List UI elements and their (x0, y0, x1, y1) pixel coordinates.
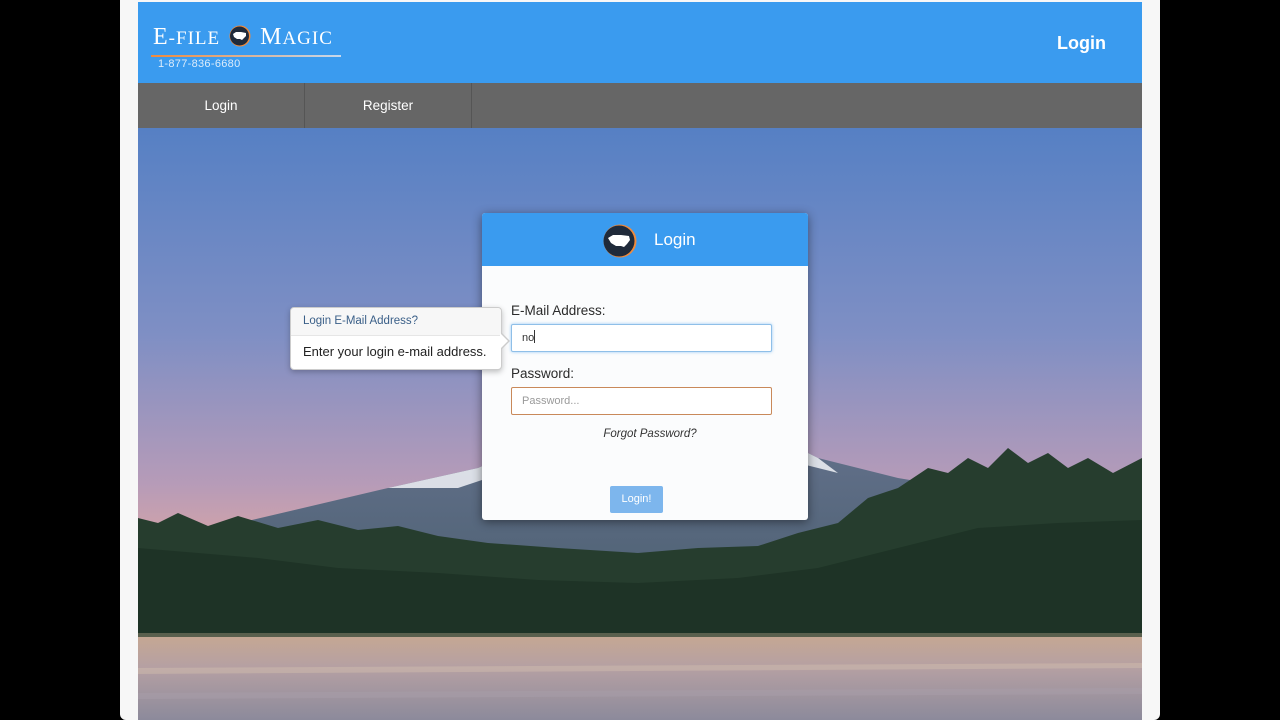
header-bar: E-FILE MAGIC 1-877-836-6680 Login (138, 2, 1142, 83)
login-panel-header: Login (482, 213, 808, 266)
logo-wordmark: E-FILE MAGIC (153, 24, 333, 51)
forgot-password-link[interactable]: Forgot Password? (482, 428, 808, 440)
logo-underline (151, 55, 341, 57)
email-value: no (522, 332, 535, 344)
usa-globe-icon (603, 224, 637, 258)
nav-item-register[interactable]: Register (305, 83, 472, 128)
nav-bar: Login Register (138, 83, 1142, 128)
login-panel-title: Login (654, 230, 696, 249)
nav-item-login[interactable]: Login (138, 83, 305, 128)
email-help-tooltip: Login E-Mail Address? Enter your login e… (290, 307, 510, 370)
header-login-link[interactable]: Login (1057, 33, 1106, 54)
email-field[interactable]: no (511, 324, 772, 352)
login-submit-button[interactable]: Login! (610, 486, 663, 513)
brand-logo[interactable]: E-FILE MAGIC 1-877-836-6680 (151, 24, 343, 74)
tooltip-body: Enter your login e-mail address. (303, 344, 487, 359)
logo-letter-m: M (260, 24, 283, 50)
logo-letter-e: E (153, 24, 169, 50)
email-label: E-Mail Address: (511, 303, 606, 318)
text-cursor (534, 330, 536, 343)
tooltip-title: Login E-Mail Address? (291, 308, 501, 336)
usa-globe-icon (229, 25, 251, 47)
logo-file-text: -FILE (168, 28, 221, 49)
phone-number: 1-877-836-6680 (158, 58, 241, 70)
password-field[interactable]: Password... (511, 387, 772, 415)
logo-magic-text: AGIC (282, 28, 333, 49)
app: E-FILE MAGIC 1-877-836-6680 Login Login … (138, 0, 1142, 720)
password-label: Password: (511, 366, 575, 381)
login-panel: Login E-Mail Address: no Password: Passw… (482, 213, 808, 520)
tooltip-arrow (500, 332, 510, 350)
